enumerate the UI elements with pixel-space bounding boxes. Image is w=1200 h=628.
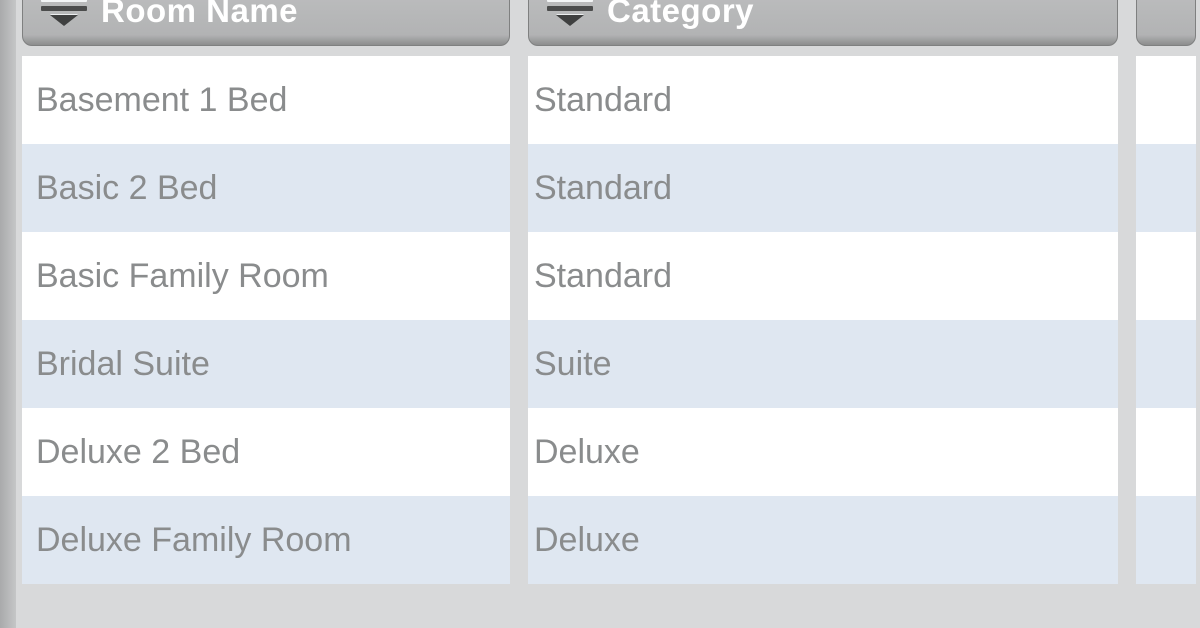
table-cell[interactable]: Basic 2 Bed xyxy=(22,144,510,232)
sort-bar-icon xyxy=(41,6,87,11)
cell-text: Suite xyxy=(534,345,612,384)
table-cell[interactable]: Suite xyxy=(528,320,1118,408)
sort-bar-icon xyxy=(41,0,87,2)
cell-text: Deluxe xyxy=(534,433,640,472)
table-cell[interactable] xyxy=(1136,408,1196,496)
table-cell[interactable]: Standard xyxy=(528,144,1118,232)
column-body-extra xyxy=(1136,56,1196,584)
table-cell[interactable]: Standard xyxy=(528,56,1118,144)
column-body-room-name: Basement 1 Bed Basic 2 Bed Basic Family … xyxy=(22,56,510,584)
sort-toggle-room-name[interactable] xyxy=(41,0,89,28)
sort-toggle-category[interactable] xyxy=(547,0,595,28)
sort-bar-icon xyxy=(547,6,593,11)
column-room-name: Room Name Basement 1 Bed Basic 2 Bed Bas… xyxy=(22,0,510,584)
column-header-category[interactable]: Category xyxy=(528,0,1118,46)
table-cell[interactable]: Basement 1 Bed xyxy=(22,56,510,144)
column-header-room-name[interactable]: Room Name xyxy=(22,0,510,46)
cell-text: Basic 2 Bed xyxy=(36,169,217,208)
table-cell[interactable]: Deluxe xyxy=(528,496,1118,584)
table-cell[interactable] xyxy=(1136,144,1196,232)
column-header-label: Category xyxy=(607,0,754,30)
table-cell[interactable]: Deluxe Family Room xyxy=(22,496,510,584)
sort-descending-icon xyxy=(556,15,584,26)
cell-text: Deluxe xyxy=(534,521,640,560)
column-body-category: Standard Standard Standard Suite Deluxe … xyxy=(528,56,1118,584)
cell-text: Standard xyxy=(534,169,672,208)
cell-text: Bridal Suite xyxy=(36,345,210,384)
cell-text: Standard xyxy=(534,257,672,296)
column-header-label: Room Name xyxy=(101,0,298,30)
cell-text: Deluxe 2 Bed xyxy=(36,433,240,472)
cell-text: Basement 1 Bed xyxy=(36,81,287,120)
column-extra xyxy=(1136,0,1196,584)
sort-descending-icon xyxy=(50,15,78,26)
table-cell[interactable] xyxy=(1136,56,1196,144)
table-cell[interactable]: Deluxe xyxy=(528,408,1118,496)
table-cell[interactable]: Deluxe 2 Bed xyxy=(22,408,510,496)
column-category: Category Standard Standard Standard Suit… xyxy=(528,0,1118,584)
cell-text: Standard xyxy=(534,81,672,120)
cell-text: Basic Family Room xyxy=(36,257,329,296)
table-cell[interactable]: Basic Family Room xyxy=(22,232,510,320)
table-cell[interactable] xyxy=(1136,320,1196,408)
sort-bar-icon xyxy=(547,0,593,2)
table-cell[interactable]: Bridal Suite xyxy=(22,320,510,408)
cell-text: Deluxe Family Room xyxy=(36,521,352,560)
table-cell[interactable] xyxy=(1136,232,1196,320)
table-cell[interactable] xyxy=(1136,496,1196,584)
column-header-extra[interactable] xyxy=(1136,0,1196,46)
table-cell[interactable]: Standard xyxy=(528,232,1118,320)
rooms-table: Room Name Basement 1 Bed Basic 2 Bed Bas… xyxy=(0,0,1200,584)
